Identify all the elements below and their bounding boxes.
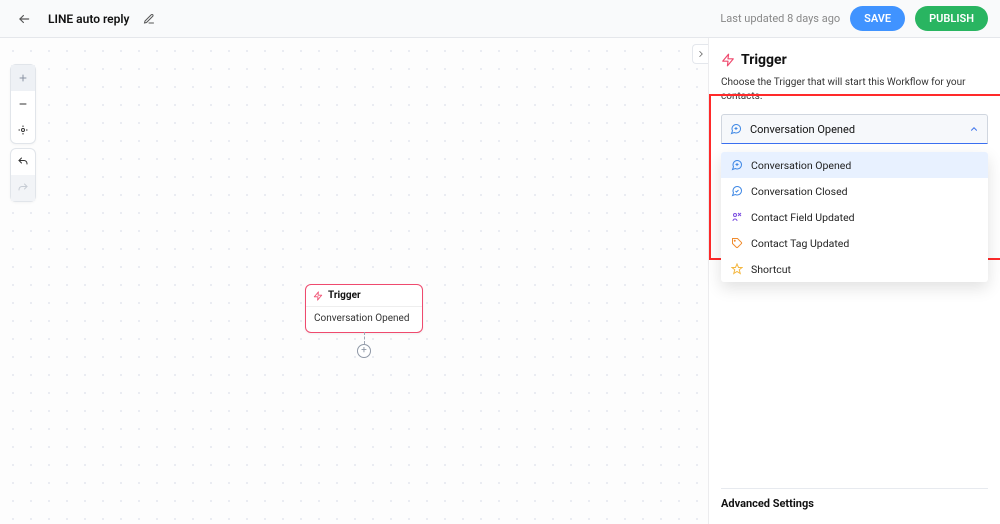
add-step-button[interactable]: +: [357, 344, 371, 358]
trigger-node-header: Trigger: [306, 285, 422, 307]
connector-line: [364, 332, 365, 344]
node-connector: +: [357, 332, 371, 358]
trigger-option-label: Shortcut: [751, 263, 791, 276]
panel-collapse-button[interactable]: [692, 44, 708, 64]
panel-title: Trigger: [721, 52, 988, 68]
conversation-opened-icon: [730, 123, 742, 135]
lightning-icon: [313, 291, 323, 301]
trigger-option-contact-tag-updated[interactable]: Contact Tag Updated: [721, 230, 988, 256]
redo-button[interactable]: [11, 175, 35, 201]
zoom-toolbar: [10, 64, 36, 144]
advanced-settings-section[interactable]: Advanced Settings: [721, 488, 988, 510]
contact-field-icon: [731, 211, 743, 223]
edit-title-button[interactable]: [137, 7, 161, 31]
zoom-out-button[interactable]: [11, 91, 35, 117]
main-area: Trigger Conversation Opened + Trigger Ch…: [0, 38, 1000, 524]
trigger-node-body: Conversation Opened: [306, 307, 422, 332]
trigger-node-title: Trigger: [328, 290, 361, 301]
trigger-select[interactable]: Conversation Opened: [721, 114, 988, 144]
trigger-option-label: Contact Field Updated: [751, 211, 855, 224]
trigger-option-conversation-closed[interactable]: Conversation Closed: [721, 178, 988, 204]
publish-button[interactable]: PUBLISH: [915, 6, 988, 31]
last-updated-text: Last updated 8 days ago: [720, 12, 840, 25]
conversation-closed-icon: [731, 185, 743, 197]
history-toolbar: [10, 148, 36, 202]
trigger-select-value: Conversation Opened: [750, 123, 855, 136]
trigger-select-wrap: Conversation Opened Conversation Opened: [721, 114, 988, 144]
workflow-canvas[interactable]: Trigger Conversation Opened +: [0, 38, 708, 524]
workflow-title: LINE auto reply: [48, 12, 129, 26]
header-bar: LINE auto reply Last updated 8 days ago …: [0, 0, 1000, 38]
panel-title-text: Trigger: [741, 52, 787, 68]
trigger-dropdown: Conversation Opened Conversation Closed …: [721, 152, 988, 282]
back-button[interactable]: [12, 7, 36, 31]
trigger-panel: Trigger Choose the Trigger that will sta…: [708, 38, 1000, 524]
fit-view-button[interactable]: [11, 117, 35, 143]
trigger-option-conversation-opened[interactable]: Conversation Opened: [721, 152, 988, 178]
trigger-option-label: Conversation Closed: [751, 185, 848, 198]
trigger-option-label: Contact Tag Updated: [751, 237, 849, 250]
trigger-option-contact-field-updated[interactable]: Contact Field Updated: [721, 204, 988, 230]
trigger-node[interactable]: Trigger Conversation Opened +: [305, 284, 423, 333]
chevron-up-icon: [969, 124, 979, 134]
tag-icon: [731, 237, 743, 249]
trigger-option-shortcut[interactable]: Shortcut: [721, 256, 988, 282]
panel-description: Choose the Trigger that will start this …: [721, 76, 988, 104]
save-button[interactable]: SAVE: [850, 6, 905, 31]
header-left: LINE auto reply: [12, 7, 161, 31]
conversation-opened-icon: [731, 159, 743, 171]
undo-button[interactable]: [11, 149, 35, 175]
lightning-icon: [721, 53, 735, 67]
header-right: Last updated 8 days ago SAVE PUBLISH: [720, 6, 988, 31]
shortcut-icon: [731, 263, 743, 275]
trigger-option-label: Conversation Opened: [751, 159, 851, 172]
zoom-in-button[interactable]: [11, 65, 35, 91]
